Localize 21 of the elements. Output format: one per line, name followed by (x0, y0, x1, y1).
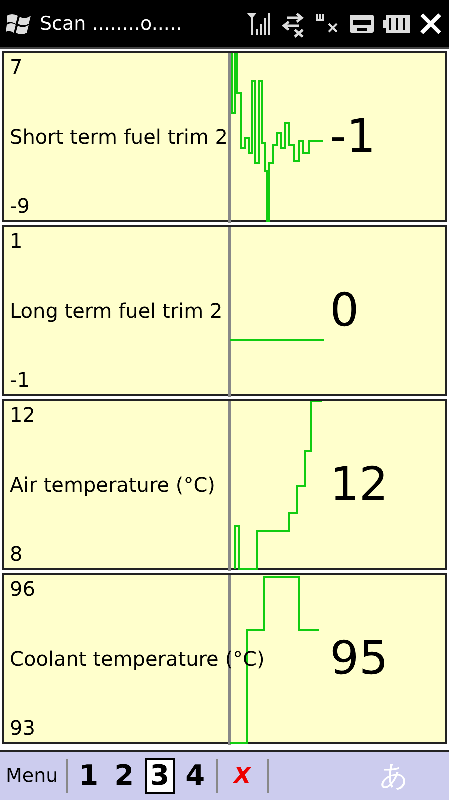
page-tab[interactable]: 3 (145, 758, 175, 794)
current-value: 12 (330, 457, 389, 511)
max-value: 7 (10, 55, 24, 79)
min-value: -9 (10, 194, 31, 218)
current-value: 0 (330, 283, 360, 337)
max-value: 12 (10, 403, 36, 427)
current-value: -1 (330, 109, 376, 163)
page-tab[interactable]: 2 (110, 758, 140, 794)
page-tab[interactable]: 4 (180, 758, 210, 794)
min-value: 8 (10, 542, 24, 566)
min-value: 93 (10, 716, 36, 740)
page-tab[interactable]: 1 (74, 758, 104, 794)
sensor-label: Air temperature (°C) (10, 473, 216, 497)
window-title: Scan ........o..... (40, 12, 184, 34)
current-value: 95 (330, 631, 389, 685)
sensor-label: Short term fuel trim 2 (10, 125, 228, 149)
min-value: -1 (10, 368, 31, 392)
max-value: 96 (10, 577, 36, 601)
max-value: 1 (10, 229, 24, 253)
sensor-label: Long term fuel trim 2 (10, 299, 223, 323)
menu-button[interactable]: Menu (4, 765, 60, 787)
